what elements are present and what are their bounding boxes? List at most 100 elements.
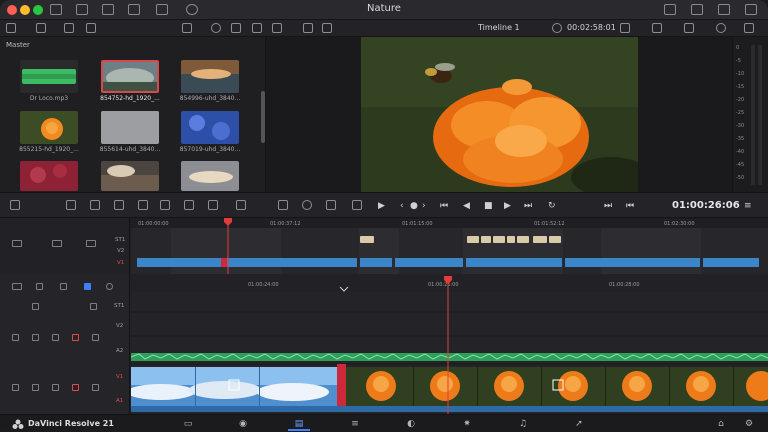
overwrite-clip-icon[interactable] (90, 200, 100, 210)
volume-icon[interactable] (744, 23, 754, 33)
thumbnail-view-icon[interactable] (272, 23, 282, 33)
media-clip-thumbnail[interactable] (101, 161, 159, 191)
media-clip-name: 855614-uhd_3840... (99, 146, 161, 153)
audio-waveform-icon (22, 69, 76, 84)
bin-title: Master (6, 41, 30, 49)
loop-icon[interactable]: ↻ (548, 201, 556, 211)
inspector-icon[interactable] (718, 4, 730, 15)
previous-edit-icon[interactable]: ‹ (400, 201, 404, 211)
import-icon[interactable] (36, 23, 46, 33)
detail-track-area[interactable] (131, 274, 768, 414)
viewer-mode-icon[interactable] (303, 23, 313, 33)
lock-track-icon[interactable] (32, 303, 39, 310)
media-clip-thumbnail[interactable] (181, 161, 239, 191)
snapping-icon[interactable] (12, 283, 22, 290)
media-clip-thumbnail[interactable] (181, 60, 239, 93)
track-select-icon[interactable] (86, 240, 96, 247)
razor-icon[interactable] (60, 283, 67, 290)
auto-track-icon[interactable] (12, 240, 22, 247)
home-icon[interactable]: ⌂ (710, 418, 732, 431)
tag-icon[interactable] (86, 23, 96, 33)
audio-track-icon[interactable] (326, 200, 336, 210)
speaker-mute-icon[interactable] (72, 334, 79, 341)
settings-gear-icon[interactable]: ⚙ (738, 418, 760, 431)
track-label: A1 (116, 398, 124, 404)
media-clip-thumbnail[interactable] (181, 111, 239, 144)
monitor-icon[interactable] (92, 334, 99, 341)
link-icon[interactable] (64, 23, 74, 33)
track-label: ST1 (115, 237, 126, 243)
list-view-icon[interactable] (252, 23, 262, 33)
insert-clip-icon[interactable] (66, 200, 76, 210)
play-around-icon[interactable]: ▶ (378, 201, 385, 211)
audio-mixer-icon[interactable] (352, 200, 362, 210)
stop-icon[interactable]: ■ (484, 201, 493, 211)
append-icon[interactable] (184, 200, 194, 210)
search-icon[interactable] (211, 23, 221, 33)
cut-page-icon[interactable]: ◉ (232, 418, 254, 431)
monitor-icon[interactable] (92, 384, 99, 391)
media-clip-thumbnail[interactable] (20, 111, 78, 144)
color-page-icon[interactable]: ◐ (400, 418, 422, 431)
go-to-end-icon[interactable]: ⏭ (524, 201, 532, 211)
ripple-overwrite-icon[interactable] (208, 200, 218, 210)
timeline-view-icon[interactable] (10, 200, 20, 210)
media-pool-scrollbar[interactable] (261, 91, 265, 143)
replace-clip-icon[interactable] (114, 200, 124, 210)
track-options-icon[interactable] (12, 334, 19, 341)
caption-track-icon[interactable] (90, 303, 97, 310)
deliver-page-icon[interactable]: ➚ (568, 418, 590, 431)
play-icon[interactable]: ▶ (504, 201, 511, 211)
media-clip-thumbnail[interactable] (101, 111, 159, 144)
fit-to-fill-icon[interactable] (138, 200, 148, 210)
speaker-mute-icon[interactable] (72, 384, 79, 391)
next-frame-icon[interactable]: ⏭ (604, 201, 612, 211)
metadata-icon[interactable] (322, 23, 332, 33)
play-reverse-icon[interactable]: ◀ (463, 201, 470, 211)
trim-icon[interactable] (278, 200, 288, 210)
track-options-icon[interactable] (12, 384, 19, 391)
panel-layout-icon[interactable] (6, 23, 16, 33)
export-icon[interactable] (664, 4, 676, 15)
music-page-icon[interactable]: ♫ (512, 418, 534, 431)
next-edit-icon[interactable]: › (422, 201, 426, 211)
overview-track-area[interactable] (131, 218, 768, 274)
headphone-icon[interactable] (52, 384, 59, 391)
overlay-icon[interactable] (684, 23, 694, 33)
position-lock-icon[interactable] (84, 283, 91, 290)
fairlight-page-icon[interactable]: ✷ (456, 418, 478, 431)
grid-view-icon[interactable] (182, 23, 192, 33)
meter-scale-label: -15 (736, 84, 745, 90)
link-tracks-icon[interactable] (52, 240, 62, 247)
close-up-icon[interactable] (236, 200, 246, 210)
linked-selection-icon[interactable] (36, 283, 43, 290)
go-to-start-icon[interactable]: ⏮ (440, 201, 448, 211)
mixer-icon[interactable] (745, 4, 757, 15)
timeline-timecode: 01:00:26:06 (672, 200, 740, 211)
lock-track-icon[interactable] (32, 334, 39, 341)
toolbar: Timeline 1 00:02:58:01 (0, 20, 768, 37)
safe-area-icon[interactable] (652, 23, 662, 33)
sort-icon[interactable] (231, 23, 241, 33)
marker-dot-icon[interactable]: ● (410, 201, 418, 211)
zoom-icon[interactable] (106, 283, 113, 290)
media-page-icon[interactable]: ▭ (177, 418, 199, 431)
media-clip-name: 854996-uhd_3840... (179, 95, 241, 102)
place-on-top-icon[interactable] (160, 200, 170, 210)
media-clip-thumbnail[interactable] (20, 60, 78, 93)
edit-page-icon[interactable]: ▤ (288, 418, 310, 431)
media-clip-thumbnail[interactable] (101, 60, 159, 93)
timeline-selector[interactable]: Timeline 1 (478, 23, 520, 32)
media-clip-thumbnail[interactable] (20, 161, 78, 191)
lock-track-icon[interactable] (32, 384, 39, 391)
microphone-icon[interactable] (302, 200, 312, 210)
headphone-icon[interactable] (52, 334, 59, 341)
fullscreen-icon[interactable] (691, 4, 703, 15)
previous-frame-icon[interactable]: ⏮ (626, 201, 634, 211)
viewer-size-icon[interactable] (620, 23, 630, 33)
meter-scale-label: -5 (736, 58, 741, 64)
viewer-frame[interactable] (361, 37, 638, 192)
fusion-page-icon[interactable]: ≡ (344, 418, 366, 431)
menu-icon[interactable]: ≡ (744, 201, 752, 211)
color-picker-icon[interactable] (716, 23, 726, 33)
